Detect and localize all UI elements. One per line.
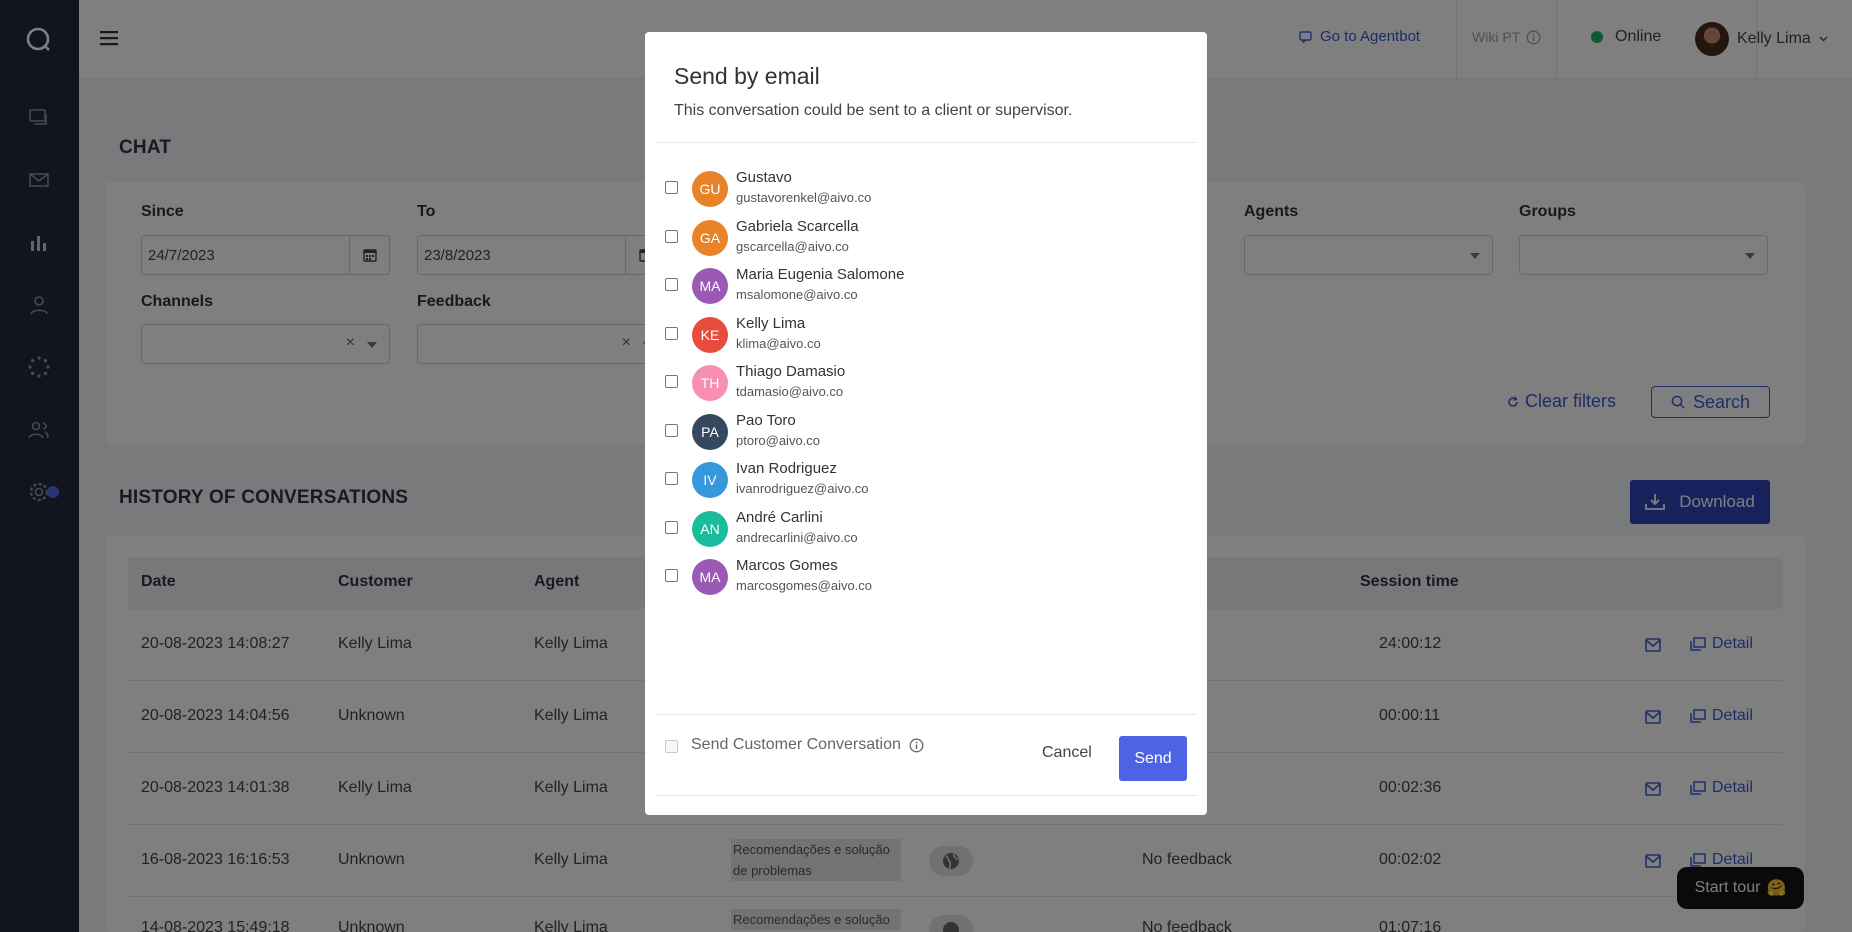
recipient-checkbox[interactable] [665,327,678,340]
info-icon[interactable] [909,738,924,753]
avatar: IV [692,462,728,498]
send-customer-checkbox[interactable] [665,740,678,753]
recipient-checkbox[interactable] [665,278,678,291]
divider [655,714,1197,715]
avatar: MA [692,268,728,304]
recipient-checkbox[interactable] [665,569,678,582]
send-button[interactable]: Send [1119,736,1187,781]
recipient-email: ptoro@aivo.co [736,433,821,448]
recipient-name: Thiago Damasio [736,363,846,380]
avatar: AN [692,511,728,547]
avatar: MA [692,559,728,595]
recipient-item[interactable]: AN André Carlini andrecarlini@aivo.co [665,509,1065,555]
avatar: GA [692,220,728,256]
recipient-email: marcosgomes@aivo.co [736,578,873,593]
modal-title: Send by email [674,63,820,89]
avatar: KE [692,317,728,353]
recipient-email: ivanrodriguez@aivo.co [736,481,869,496]
recipient-item[interactable]: GU Gustavo gustavorenkel@aivo.co [665,169,1065,215]
recipient-name: Gabriela Scarcella [736,218,859,235]
divider [655,142,1197,143]
send-customer-label-row: Send Customer Conversation [691,736,924,754]
recipient-name: Ivan Rodriguez [736,460,837,477]
recipient-email: gscarcella@aivo.co [736,239,849,254]
recipient-checkbox[interactable] [665,181,678,194]
recipient-email: andrecarlini@aivo.co [736,530,858,545]
recipient-checkbox[interactable] [665,424,678,437]
cancel-button[interactable]: Cancel [1042,744,1092,762]
recipient-checkbox[interactable] [665,375,678,388]
recipient-checkbox[interactable] [665,472,678,485]
recipient-email: tdamasio@aivo.co [736,384,844,399]
send-customer-label: Send Customer Conversation [691,736,901,753]
recipient-name: Marcos Gomes [736,557,838,574]
send-email-modal: Send by email This conversation could be… [645,32,1207,815]
recipient-name: Gustavo [736,169,792,186]
recipient-item[interactable]: GA Gabriela Scarcella gscarcella@aivo.co [665,218,1065,264]
avatar: GU [692,171,728,207]
recipient-name: Pao Toro [736,412,796,429]
modal-subtitle: This conversation could be sent to a cli… [674,102,1073,119]
recipient-checkbox[interactable] [665,521,678,534]
recipient-checkbox[interactable] [665,230,678,243]
recipient-item[interactable]: TH Thiago Damasio tdamasio@aivo.co [665,363,1065,409]
avatar: TH [692,365,728,401]
recipient-name: André Carlini [736,509,823,526]
recipient-email: klima@aivo.co [736,336,821,351]
recipient-email: gustavorenkel@aivo.co [736,190,872,205]
recipient-name: Kelly Lima [736,315,806,332]
recipient-item[interactable]: PA Pao Toro ptoro@aivo.co [665,412,1065,458]
recipient-item[interactable]: KE Kelly Lima klima@aivo.co [665,315,1065,361]
recipient-item[interactable]: MA Maria Eugenia Salomone msalomone@aivo… [665,266,1065,312]
recipient-item[interactable]: MA Marcos Gomes marcosgomes@aivo.co [665,557,1065,603]
recipient-item[interactable]: IV Ivan Rodriguez ivanrodriguez@aivo.co [665,460,1065,506]
recipient-email: msalomone@aivo.co [736,287,858,302]
avatar: PA [692,414,728,450]
recipient-name: Maria Eugenia Salomone [736,266,905,283]
divider [655,795,1197,796]
